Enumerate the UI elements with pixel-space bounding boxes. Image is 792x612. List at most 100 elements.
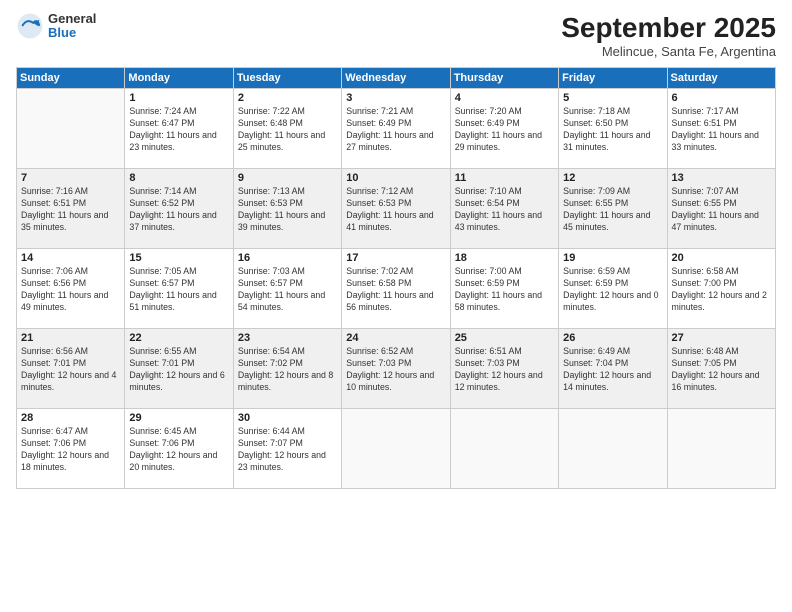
cell-content: Sunrise: 7:20 AMSunset: 6:49 PMDaylight:… <box>455 106 554 154</box>
table-row: 20Sunrise: 6:58 AMSunset: 7:00 PMDayligh… <box>667 249 775 329</box>
day-number: 28 <box>21 412 120 424</box>
table-row <box>342 409 450 489</box>
table-row: 27Sunrise: 6:48 AMSunset: 7:05 PMDayligh… <box>667 329 775 409</box>
table-row: 24Sunrise: 6:52 AMSunset: 7:03 PMDayligh… <box>342 329 450 409</box>
table-row: 30 Sunrise: 6:44 AMSunset: 7:07 PMDayligh… <box>233 409 341 489</box>
cell-content: Sunrise: 6:55 AMSunset: 7:01 PMDaylight:… <box>129 346 228 394</box>
day-number: 15 <box>129 252 228 264</box>
day-number: 17 <box>346 252 445 264</box>
day-number: 9 <box>238 172 337 184</box>
table-row: 17 Sunrise: 7:02 AMSunset: 6:58 PMDayligh… <box>342 249 450 329</box>
cell-content: Sunrise: 6:49 AMSunset: 7:04 PMDaylight:… <box>563 346 662 394</box>
table-row: 14 Sunrise: 7:06 AMSunset: 6:56 PMDayligh… <box>17 249 125 329</box>
day-number: 30 <box>238 412 337 424</box>
month-title: September 2025 <box>561 12 776 44</box>
day-number: 2 <box>238 92 337 104</box>
cell-content: Sunrise: 7:16 AMSunset: 6:51 PMDaylight:… <box>21 186 120 234</box>
day-number: 6 <box>672 92 771 104</box>
cell-content: Sunrise: 7:02 AMSunset: 6:58 PMDaylight:… <box>346 266 445 314</box>
day-number: 11 <box>455 172 554 184</box>
col-tuesday: Tuesday <box>233 68 341 89</box>
calendar-page: General Blue September 2025 Melincue, Sa… <box>0 0 792 612</box>
cell-content: Sunrise: 6:47 AMSunset: 7:06 PMDaylight:… <box>21 426 120 474</box>
logo-text: General Blue <box>48 12 96 41</box>
day-number: 24 <box>346 332 445 344</box>
calendar-header: Sunday Monday Tuesday Wednesday Thursday… <box>17 68 776 89</box>
table-row: 26 Sunrise: 6:49 AMSunset: 7:04 PMDayligh… <box>559 329 667 409</box>
table-row: 5 Sunrise: 7:18 AMSunset: 6:50 PMDaylight… <box>559 89 667 169</box>
day-number: 19 <box>563 252 662 264</box>
col-monday: Monday <box>125 68 233 89</box>
cell-content: Sunrise: 6:51 AMSunset: 7:03 PMDaylight:… <box>455 346 554 394</box>
table-row: 28 Sunrise: 6:47 AMSunset: 7:06 PMDayligh… <box>17 409 125 489</box>
table-row: 8Sunrise: 7:14 AMSunset: 6:52 PMDaylight… <box>125 169 233 249</box>
day-number: 20 <box>672 252 771 264</box>
calendar-week-1: 1 Sunrise: 7:24 AMSunset: 6:47 PMDaylight… <box>17 89 776 169</box>
table-row: 12Sunrise: 7:09 AMSunset: 6:55 PMDayligh… <box>559 169 667 249</box>
cell-content: Sunrise: 7:24 AMSunset: 6:47 PMDaylight:… <box>129 106 228 154</box>
cell-content: Sunrise: 6:59 AMSunset: 6:59 PMDaylight:… <box>563 266 662 314</box>
table-row <box>450 409 558 489</box>
cell-content: Sunrise: 7:12 AMSunset: 6:53 PMDaylight:… <box>346 186 445 234</box>
day-number: 18 <box>455 252 554 264</box>
title-area: September 2025 Melincue, Santa Fe, Argen… <box>561 12 776 59</box>
day-number: 26 <box>563 332 662 344</box>
table-row <box>667 409 775 489</box>
day-number: 8 <box>129 172 228 184</box>
cell-content: Sunrise: 7:03 AMSunset: 6:57 PMDaylight:… <box>238 266 337 314</box>
day-number: 14 <box>21 252 120 264</box>
cell-content: Sunrise: 7:06 AMSunset: 6:56 PMDaylight:… <box>21 266 120 314</box>
cell-content: Sunrise: 6:56 AMSunset: 7:01 PMDaylight:… <box>21 346 120 394</box>
table-row: 23Sunrise: 6:54 AMSunset: 7:02 PMDayligh… <box>233 329 341 409</box>
day-number: 1 <box>129 92 228 104</box>
cell-content: Sunrise: 7:13 AMSunset: 6:53 PMDaylight:… <box>238 186 337 234</box>
logo-general: General <box>48 12 96 26</box>
cell-content: Sunrise: 7:05 AMSunset: 6:57 PMDaylight:… <box>129 266 228 314</box>
cell-content: Sunrise: 6:54 AMSunset: 7:02 PMDaylight:… <box>238 346 337 394</box>
table-row: 19 Sunrise: 6:59 AMSunset: 6:59 PMDayligh… <box>559 249 667 329</box>
day-number: 5 <box>563 92 662 104</box>
table-row <box>559 409 667 489</box>
day-number: 25 <box>455 332 554 344</box>
table-row: 2 Sunrise: 7:22 AMSunset: 6:48 PMDaylight… <box>233 89 341 169</box>
col-wednesday: Wednesday <box>342 68 450 89</box>
table-row: 11 Sunrise: 7:10 AMSunset: 6:54 PMDayligh… <box>450 169 558 249</box>
cell-content: Sunrise: 7:00 AMSunset: 6:59 PMDaylight:… <box>455 266 554 314</box>
table-row: 4Sunrise: 7:20 AMSunset: 6:49 PMDaylight… <box>450 89 558 169</box>
table-row: 25 Sunrise: 6:51 AMSunset: 7:03 PMDayligh… <box>450 329 558 409</box>
calendar-week-4: 21 Sunrise: 6:56 AMSunset: 7:01 PMDayligh… <box>17 329 776 409</box>
cell-content: Sunrise: 7:10 AMSunset: 6:54 PMDaylight:… <box>455 186 554 234</box>
col-thursday: Thursday <box>450 68 558 89</box>
cell-content: Sunrise: 6:45 AMSunset: 7:06 PMDaylight:… <box>129 426 228 474</box>
header: General Blue September 2025 Melincue, Sa… <box>16 12 776 59</box>
cell-content: Sunrise: 7:21 AMSunset: 6:49 PMDaylight:… <box>346 106 445 154</box>
table-row: 18 Sunrise: 7:00 AMSunset: 6:59 PMDayligh… <box>450 249 558 329</box>
logo-blue: Blue <box>48 26 96 40</box>
cell-content: Sunrise: 7:18 AMSunset: 6:50 PMDaylight:… <box>563 106 662 154</box>
table-row: 1 Sunrise: 7:24 AMSunset: 6:47 PMDaylight… <box>125 89 233 169</box>
table-row: 21 Sunrise: 6:56 AMSunset: 7:01 PMDayligh… <box>17 329 125 409</box>
col-friday: Friday <box>559 68 667 89</box>
cell-content: Sunrise: 6:44 AMSunset: 7:07 PMDaylight:… <box>238 426 337 474</box>
table-row: 15 Sunrise: 7:05 AMSunset: 6:57 PMDayligh… <box>125 249 233 329</box>
subtitle: Melincue, Santa Fe, Argentina <box>561 44 776 59</box>
col-saturday: Saturday <box>667 68 775 89</box>
col-sunday: Sunday <box>17 68 125 89</box>
table-row: 22Sunrise: 6:55 AMSunset: 7:01 PMDayligh… <box>125 329 233 409</box>
table-row: 3Sunrise: 7:21 AMSunset: 6:49 PMDaylight… <box>342 89 450 169</box>
calendar-week-5: 28 Sunrise: 6:47 AMSunset: 7:06 PMDayligh… <box>17 409 776 489</box>
header-row: Sunday Monday Tuesday Wednesday Thursday… <box>17 68 776 89</box>
cell-content: Sunrise: 7:22 AMSunset: 6:48 PMDaylight:… <box>238 106 337 154</box>
logo-icon <box>16 12 44 40</box>
table-row: 13Sunrise: 7:07 AMSunset: 6:55 PMDayligh… <box>667 169 775 249</box>
calendar-week-3: 14 Sunrise: 7:06 AMSunset: 6:56 PMDayligh… <box>17 249 776 329</box>
day-number: 16 <box>238 252 337 264</box>
table-row: 16 Sunrise: 7:03 AMSunset: 6:57 PMDayligh… <box>233 249 341 329</box>
calendar-body: 1 Sunrise: 7:24 AMSunset: 6:47 PMDaylight… <box>17 89 776 489</box>
table-row <box>17 89 125 169</box>
day-number: 12 <box>563 172 662 184</box>
table-row: 6Sunrise: 7:17 AMSunset: 6:51 PMDaylight… <box>667 89 775 169</box>
day-number: 21 <box>21 332 120 344</box>
table-row: 9 Sunrise: 7:13 AMSunset: 6:53 PMDaylight… <box>233 169 341 249</box>
day-number: 7 <box>21 172 120 184</box>
